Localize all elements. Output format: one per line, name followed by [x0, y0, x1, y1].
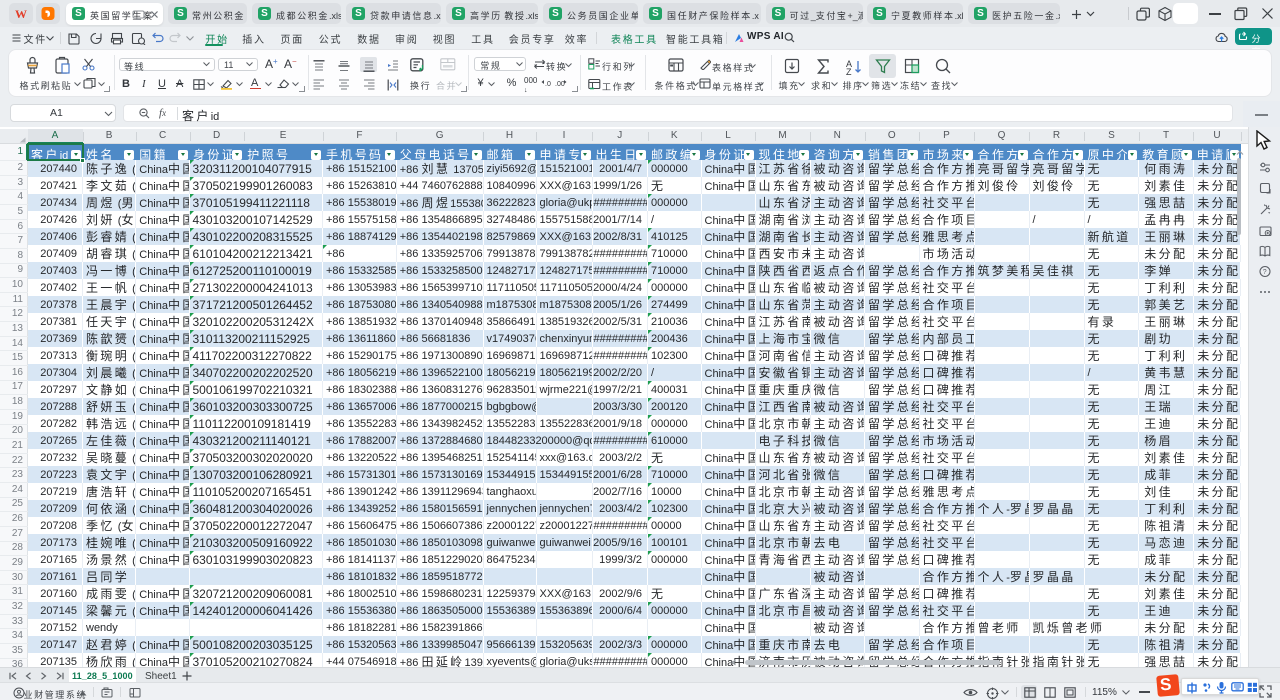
svg-text:.00: .00 — [555, 81, 565, 88]
svg-text:?: ? — [1262, 269, 1266, 276]
svg-text:.0: .0 — [545, 81, 551, 88]
svg-text:W: W — [15, 7, 27, 21]
svg-text:Z: Z — [846, 67, 852, 75]
